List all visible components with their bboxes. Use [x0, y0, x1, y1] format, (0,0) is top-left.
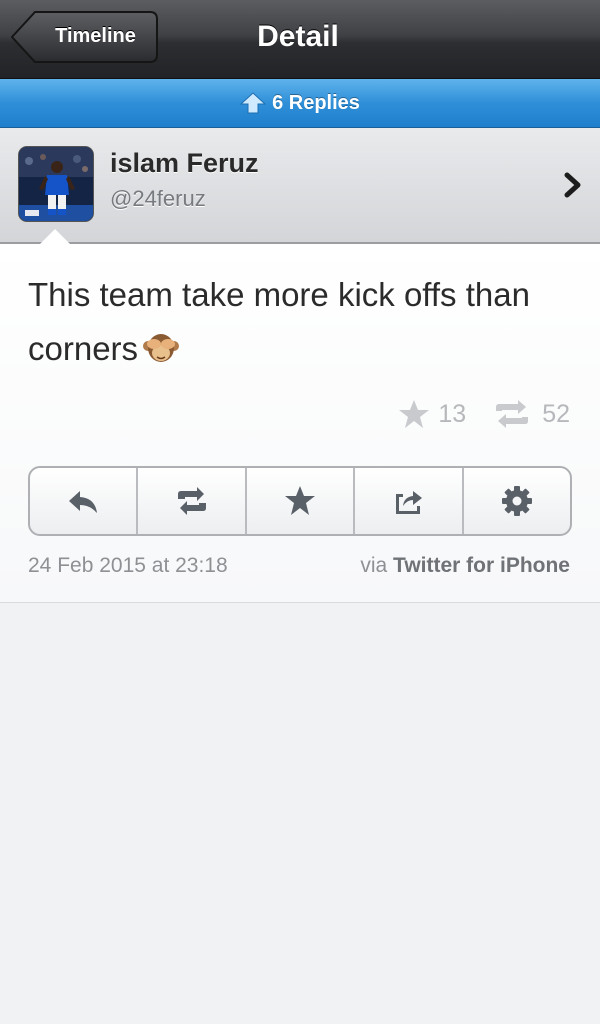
see-no-evil-monkey-icon — [143, 334, 180, 362]
retweet-icon — [177, 487, 206, 515]
avatar[interactable] — [19, 147, 93, 221]
header-notch — [40, 229, 70, 244]
client-name[interactable]: Twitter for iPhone — [393, 554, 570, 577]
settings-icon — [501, 486, 532, 516]
page-title: Detail — [257, 20, 339, 53]
share-icon — [396, 491, 423, 514]
up-arrow-icon — [240, 92, 267, 114]
retweets-count: 52 — [542, 399, 570, 428]
back-button-label: Timeline — [55, 25, 136, 47]
replies-bar[interactable]: 6 Replies — [0, 79, 600, 128]
reply-button[interactable] — [30, 468, 139, 534]
retweet-button[interactable] — [138, 468, 247, 534]
tweet-card: This team take more kick offs than corne… — [0, 244, 600, 603]
reply-icon — [69, 491, 98, 513]
replies-label: 6 Replies — [272, 91, 360, 114]
tweet-text: This team take more kick offs than corne… — [28, 268, 568, 376]
chevron-right-icon[interactable] — [562, 172, 584, 198]
tweet-timestamp: 24 Feb 2015 at 23:18 — [28, 554, 228, 577]
user-handle: @24feruz — [110, 186, 206, 211]
star-icon — [399, 400, 430, 428]
back-button[interactable]: Timeline — [11, 11, 158, 63]
share-button[interactable] — [355, 468, 464, 534]
action-bar — [28, 466, 572, 536]
retweet-icon — [496, 400, 529, 428]
favorites-count: 13 — [438, 399, 467, 428]
navigation-bar: Timeline Detail — [0, 0, 600, 79]
tweet-stats: 13 52 — [398, 394, 570, 434]
tweet-text-content: This team take more kick offs than corne… — [28, 276, 530, 367]
user-header[interactable]: islam Feruz @24feruz — [0, 128, 600, 244]
via-prefix: via — [360, 554, 388, 577]
settings-button[interactable] — [464, 468, 570, 534]
tweet-source: via Twitter for iPhone — [360, 554, 570, 578]
avatar-photo — [19, 147, 93, 221]
favorite-button[interactable] — [247, 468, 356, 534]
user-display-name: islam Feruz — [110, 148, 259, 178]
favorite-icon — [285, 486, 316, 515]
